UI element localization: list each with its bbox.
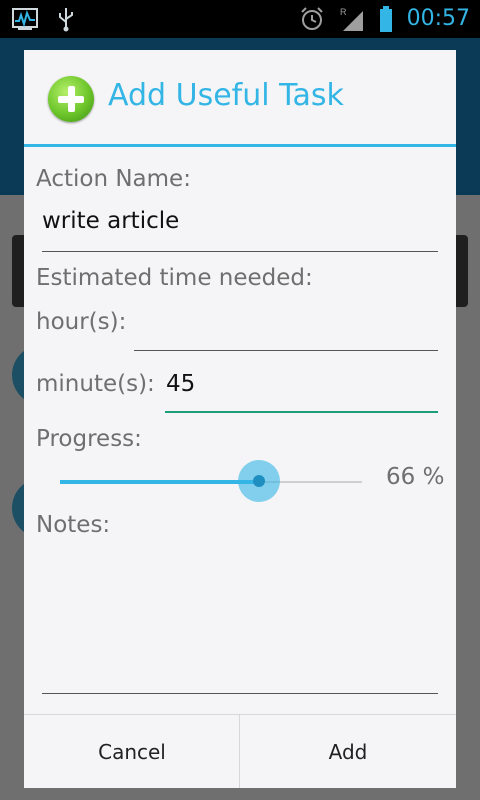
minutes-underline-focused: [165, 411, 438, 413]
hours-label: hour(s):: [36, 309, 127, 335]
svg-text:R: R: [340, 7, 347, 17]
notes-input[interactable]: [42, 550, 438, 690]
estimated-time-label: Estimated time needed:: [36, 265, 313, 291]
usb-icon: [59, 8, 73, 32]
activity-monitor-icon: [12, 8, 38, 30]
minutes-input[interactable]: 45: [166, 371, 195, 397]
status-clock: 00:57: [406, 6, 470, 31]
add-task-dialog: Add Useful Task Action Name: write artic…: [24, 50, 456, 788]
progress-slider-thumb-core[interactable]: [253, 475, 265, 487]
status-bar: R 00:57: [0, 0, 480, 38]
add-button[interactable]: Add: [240, 715, 456, 788]
action-name-input[interactable]: write article: [42, 208, 179, 234]
progress-slider-fill[interactable]: [60, 480, 260, 484]
add-circle-icon: [48, 76, 94, 122]
alarm-icon: [300, 7, 323, 30]
dialog-header: Add Useful Task: [24, 50, 456, 146]
minutes-label: minute(s):: [36, 371, 155, 397]
signal-icon: R: [340, 7, 363, 31]
hours-underline: [134, 350, 438, 351]
notes-underline: [42, 693, 438, 694]
notes-label: Notes:: [36, 512, 111, 538]
action-name-underline: [42, 251, 438, 252]
action-name-label: Action Name:: [36, 166, 191, 192]
progress-label: Progress:: [36, 426, 142, 452]
cancel-button[interactable]: Cancel: [24, 715, 240, 788]
progress-percent: 66 %: [386, 464, 445, 490]
header-divider: [24, 144, 456, 147]
battery-icon: [379, 6, 392, 32]
dialog-title: Add Useful Task: [108, 78, 344, 113]
